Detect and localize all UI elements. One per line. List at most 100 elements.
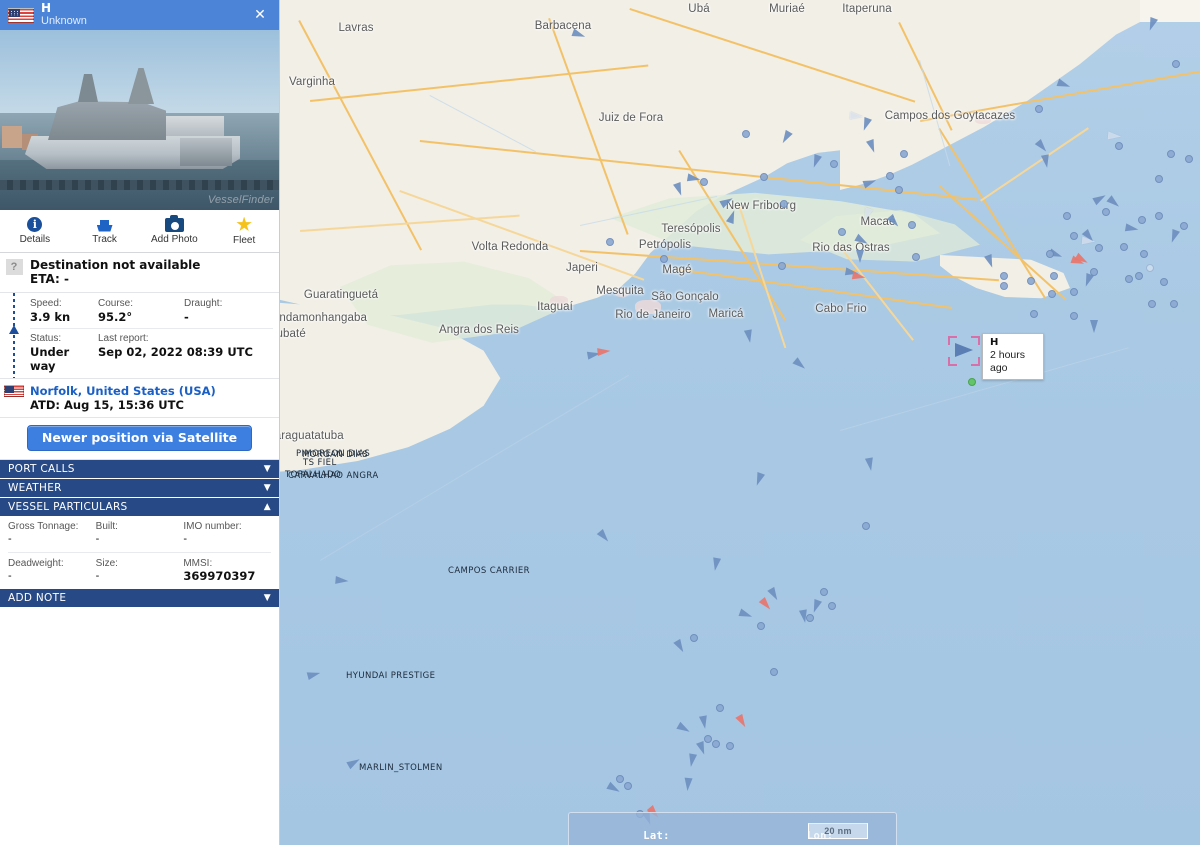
vessel-anchored-marker[interactable] (726, 742, 734, 750)
vessel-moving-marker[interactable] (862, 176, 878, 189)
vessel-anchored-marker[interactable] (606, 238, 614, 246)
vessel-moving-marker[interactable] (335, 574, 349, 587)
vessel-outline-marker[interactable] (1084, 235, 1093, 248)
vessel-anchored-marker[interactable] (1125, 275, 1133, 283)
vessel-anchored-marker[interactable] (1120, 243, 1128, 251)
vessel-anchored-marker[interactable] (1046, 250, 1054, 258)
vessel-moving-marker[interactable] (673, 182, 685, 197)
vessel-anchored-marker[interactable] (704, 735, 712, 743)
vessel-moving-marker[interactable] (779, 129, 793, 146)
vessel-moving-marker[interactable] (1146, 17, 1158, 32)
vessel-moving-marker[interactable] (698, 715, 710, 730)
vessel-anchored-marker[interactable] (1185, 155, 1193, 163)
vessel-anchored-marker[interactable] (1172, 60, 1180, 68)
vessel-anchored-marker[interactable] (1115, 142, 1123, 150)
vessel-anchored-marker[interactable] (1155, 212, 1163, 220)
vessel-anchored-marker[interactable] (1027, 277, 1035, 285)
vessel-tanker-marker[interactable] (851, 270, 867, 283)
vessel-moving-marker[interactable] (726, 209, 738, 224)
vessel-anchored-marker[interactable] (1095, 244, 1103, 252)
vessel-tanker-marker[interactable] (597, 345, 611, 358)
vessel-tanker-marker[interactable] (1074, 252, 1090, 267)
track-button[interactable]: Track (70, 210, 140, 252)
vessel-moving-marker[interactable] (1040, 154, 1052, 169)
vessel-anchored-marker[interactable] (712, 740, 720, 748)
vessel-anchored-marker[interactable] (1140, 250, 1148, 258)
vessel-anchored-marker[interactable] (757, 622, 765, 630)
vessel-anchored-marker[interactable] (806, 614, 814, 622)
vessel-moving-marker[interactable] (1090, 320, 1098, 333)
vessel-anchored-marker[interactable] (900, 150, 908, 158)
vessel-outline-marker[interactable] (852, 110, 861, 123)
vessel-anchored-marker[interactable] (1035, 105, 1043, 113)
vessel-anchored-marker[interactable] (908, 221, 916, 229)
vessel-moving-marker[interactable] (673, 638, 687, 655)
vessel-moving-marker[interactable] (738, 608, 754, 621)
vessel-moving-marker[interactable] (719, 194, 735, 209)
vessel-moving-marker[interactable] (1168, 229, 1180, 244)
vessel-anchored-marker[interactable] (1170, 300, 1178, 308)
vessel-anchored-marker[interactable] (1180, 222, 1188, 230)
vessel-moving-marker[interactable] (984, 254, 996, 269)
vessel-moving-marker[interactable] (683, 777, 693, 792)
vessel-moving-marker[interactable] (860, 117, 872, 132)
vessel-anchored-marker[interactable] (1063, 212, 1071, 220)
vessel-anchored-marker[interactable] (742, 130, 750, 138)
section-port-calls[interactable]: PORT CALLS ▼ (0, 460, 279, 479)
vessel-moving-marker[interactable] (753, 472, 765, 487)
vessel-anchored-marker[interactable] (760, 173, 768, 181)
vessel-moving-marker[interactable] (792, 357, 808, 372)
vessel-moving-marker[interactable] (1056, 78, 1072, 91)
vessel-moving-marker[interactable] (1034, 138, 1050, 155)
vessel-moving-marker[interactable] (1106, 195, 1122, 210)
vessel-outline-marker[interactable] (862, 208, 871, 221)
vessel-anchored-marker[interactable] (895, 186, 903, 194)
add-photo-button[interactable]: Add Photo (140, 210, 210, 252)
vessel-anchored-marker[interactable] (770, 668, 778, 676)
vessel-anchored-marker[interactable] (828, 602, 836, 610)
vessel-anchored-marker[interactable] (862, 522, 870, 530)
vessel-callout[interactable]: H 2 hours ago (982, 333, 1044, 380)
vessel-photo[interactable]: VesselFinder (0, 30, 279, 210)
vessel-anchored-marker[interactable] (838, 228, 846, 236)
fleet-button[interactable]: Fleet (209, 210, 279, 252)
vessel-anchored-marker[interactable] (1070, 288, 1078, 296)
vessel-anchored-marker[interactable] (1000, 282, 1008, 290)
vessel-anchored-marker[interactable] (1155, 175, 1163, 183)
vessel-anchored-marker[interactable] (1135, 272, 1143, 280)
vessel-anchored-marker[interactable] (716, 704, 724, 712)
map-canvas[interactable]: Lavras Barbacena Ubá Muriaé Itaperuna Varginh… (280, 0, 1200, 845)
vessel-anchored-marker[interactable] (1070, 312, 1078, 320)
vessel-anchored-marker[interactable] (624, 782, 632, 790)
vessel-anchored-marker[interactable] (1070, 232, 1078, 240)
vessel-anchored-marker[interactable] (1138, 216, 1146, 224)
section-vessel-particulars[interactable]: VESSEL PARTICULARS ▲ (0, 498, 279, 517)
vessel-moving-marker[interactable] (810, 154, 822, 169)
vessel-moving-marker[interactable] (1092, 191, 1108, 206)
vessel-anchored-marker[interactable] (690, 634, 698, 642)
vessel-moving-marker[interactable] (676, 721, 692, 736)
vessel-moving-marker[interactable] (1124, 222, 1140, 235)
vessel-moving-marker[interactable] (866, 139, 878, 154)
vessel-anchored-marker[interactable] (830, 160, 838, 168)
vessel-anchored-marker[interactable] (1102, 208, 1110, 216)
vessel-anchored-marker[interactable] (1030, 310, 1038, 318)
close-icon[interactable]: ✕ (251, 6, 269, 24)
vessel-anchored-marker[interactable] (1148, 300, 1156, 308)
vessel-moving-marker[interactable] (696, 741, 708, 756)
vessel-anchored-marker[interactable] (1050, 272, 1058, 280)
vessel-moving-marker[interactable] (571, 28, 587, 41)
vessel-anchored-marker[interactable] (1090, 268, 1098, 276)
section-add-note[interactable]: ADD NOTE ▼ (0, 589, 279, 608)
vessel-moving-marker[interactable] (686, 753, 698, 768)
newer-position-satellite-button[interactable]: Newer position via Satellite (26, 425, 253, 451)
vessel-anchored-marker[interactable] (1167, 150, 1175, 158)
vessel-moving-marker[interactable] (767, 586, 781, 603)
vessel-moving-marker[interactable] (686, 172, 702, 185)
vessel-anchored-marker[interactable] (660, 255, 668, 263)
vessel-unknown-marker[interactable] (1146, 264, 1154, 272)
vessel-anchored-marker[interactable] (700, 178, 708, 186)
vessel-anchored-marker[interactable] (886, 172, 894, 180)
vessel-anchored-marker[interactable] (778, 262, 786, 270)
vessel-anchored-marker[interactable] (820, 588, 828, 596)
